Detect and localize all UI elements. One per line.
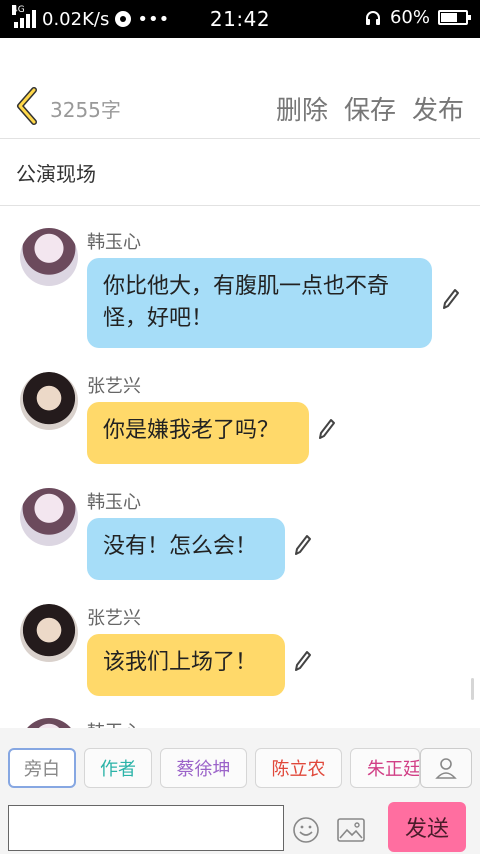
editor-header: 3255字 删除 保存 发布: [0, 70, 480, 138]
person-icon: [435, 758, 457, 779]
speaker-name: 张艺兴: [87, 376, 141, 397]
back-chevron-icon[interactable]: [14, 86, 42, 126]
input-bar: 发送: [0, 802, 480, 854]
story-title[interactable]: 公演现场: [16, 158, 96, 187]
status-right: 60%: [364, 7, 471, 28]
character-selector: 旁白 作者 蔡徐坤 陈立农 朱正廷: [0, 728, 480, 810]
pencil-icon[interactable]: [318, 418, 336, 440]
header-actions: 删除 保存 发布: [276, 90, 464, 127]
message-bubble[interactable]: 你是嫌我老了吗？: [87, 402, 309, 464]
speaker-name: 韩玉心: [87, 492, 141, 513]
character-chip-chen-linong[interactable]: 陈立农: [255, 748, 342, 788]
speaker-name: 张艺兴: [87, 608, 141, 629]
status-bar: 4G 0.02K/s ••• 21:42 60%: [0, 0, 480, 38]
speaker-name: 韩玉心: [87, 232, 141, 253]
pencil-icon[interactable]: [442, 288, 460, 310]
save-button[interactable]: 保存: [344, 90, 396, 127]
publish-button[interactable]: 发布: [412, 90, 464, 127]
headphone-icon: [365, 10, 380, 25]
send-button[interactable]: 发送: [388, 802, 466, 852]
message-bubble[interactable]: 你比他大，有腹肌一点也不奇 怪，好吧！: [87, 258, 432, 348]
message-line: 怪，好吧！: [103, 306, 214, 331]
message-bubble[interactable]: 该我们上场了！: [87, 634, 285, 696]
pencil-icon[interactable]: [294, 534, 312, 556]
message-line: 该我们上场了！: [103, 650, 258, 675]
message-line: 你是嫌我老了吗？: [103, 418, 280, 443]
message-input[interactable]: [8, 805, 284, 851]
battery-fill: [441, 13, 457, 22]
message-bubble[interactable]: 没有！怎么会！: [87, 518, 285, 580]
pencil-icon[interactable]: [294, 650, 312, 672]
character-chip-zhu-zhengting[interactable]: 朱正廷: [350, 748, 420, 788]
character-chip-cai-xukun[interactable]: 蔡徐坤: [160, 748, 247, 788]
message-line: 没有！怎么会！: [103, 534, 258, 559]
avatar[interactable]: [20, 372, 78, 430]
message-line: 你比他大，有腹肌一点也不奇: [103, 274, 390, 299]
character-chip-narrator[interactable]: 旁白: [8, 748, 76, 788]
character-chip-author[interactable]: 作者: [84, 748, 152, 788]
word-count: 3255字: [50, 98, 121, 122]
scrollbar[interactable]: [471, 678, 474, 700]
image-icon[interactable]: [337, 817, 365, 843]
emoji-icon[interactable]: [292, 816, 320, 844]
battery-icon: [438, 10, 471, 25]
header-divider: [0, 138, 480, 139]
avatar[interactable]: [20, 488, 78, 546]
title-divider: [0, 205, 480, 206]
avatar[interactable]: [20, 228, 78, 286]
battery-percent: 60%: [389, 7, 430, 28]
avatar[interactable]: [20, 604, 78, 662]
add-character-button[interactable]: [420, 748, 472, 788]
delete-button[interactable]: 删除: [276, 90, 328, 127]
